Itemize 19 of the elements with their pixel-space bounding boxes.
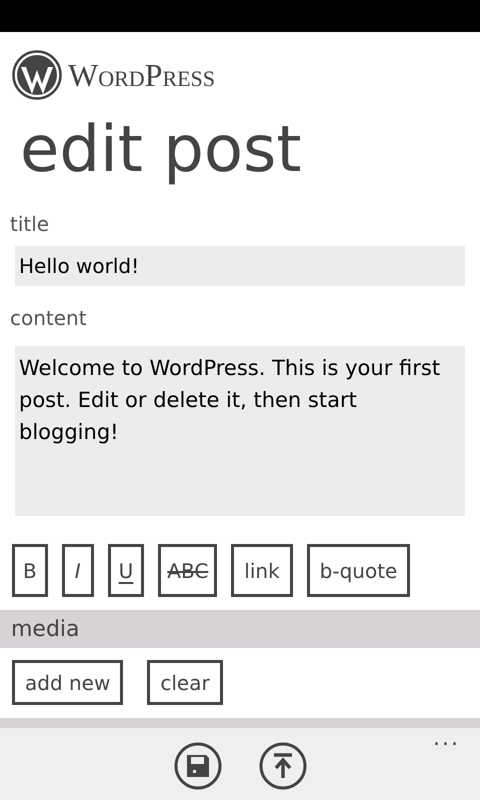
field-label: title: [10, 211, 50, 238]
format-button[interactable]: link: [231, 544, 293, 597]
media-button[interactable]: clear: [147, 660, 223, 705]
format-button[interactable]: I: [62, 544, 94, 597]
more-button[interactable]: ...: [433, 722, 460, 755]
field-label: content: [10, 305, 88, 332]
logo-icon: [12, 50, 62, 100]
format-button[interactable]: b-quote: [306, 544, 410, 597]
save-icon[interactable]: [174, 742, 222, 790]
content-field[interactable]: Welcome to WordPress. This is your first post. Edit or delete it, then start blogging!: [15, 346, 465, 516]
title-field[interactable]: Hello world!: [15, 246, 465, 286]
format-button[interactable]: B: [12, 544, 48, 597]
format-button[interactable]: U: [108, 544, 144, 597]
logo-text: WordPress: [68, 59, 216, 91]
page-title: edit post: [20, 112, 302, 189]
media-button[interactable]: add new: [12, 660, 124, 705]
section-header: media: [0, 610, 480, 648]
publish-icon[interactable]: [258, 742, 306, 790]
format-button[interactable]: ABC: [158, 544, 218, 597]
